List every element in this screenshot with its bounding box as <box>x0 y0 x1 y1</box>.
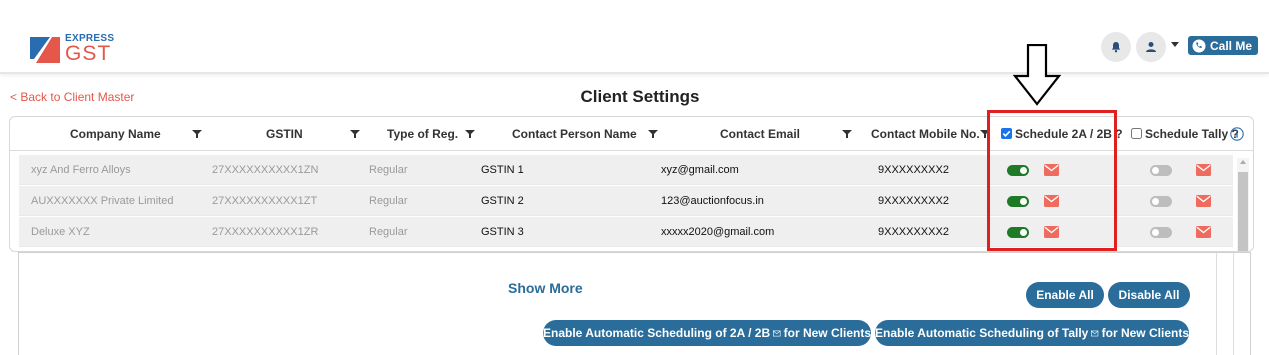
email-cell: 123@auctionfocus.in <box>661 195 764 207</box>
column-header-company-name[interactable]: Company Name <box>70 127 161 141</box>
enable-auto-scheduling-2a-button[interactable]: Enable Automatic Scheduling of 2A / 2B f… <box>543 320 871 346</box>
column-header-contact-mobile[interactable]: Contact Mobile No. <box>871 127 980 141</box>
email-cell: xxxxx2020@gmail.com <box>661 226 775 238</box>
divider <box>1216 253 1217 355</box>
mobile-cell: 9XXXXXXXX2 <box>878 195 949 207</box>
filter-icon[interactable] <box>350 129 360 139</box>
auto-tally-prefix: Enable Automatic Scheduling of Tally <box>875 326 1089 340</box>
page-title: Client Settings <box>580 87 700 106</box>
mail-icon <box>1091 330 1099 336</box>
gstin-cell: 27XXXXXXXXXX1ZR <box>212 226 319 238</box>
email-cell: xyz@gmail.com <box>661 164 739 176</box>
auto-2a-suffix: for New Clients <box>783 326 871 340</box>
schedule-2a-highlight-box <box>987 110 1117 251</box>
mobile-cell: 9XXXXXXXX2 <box>878 164 949 176</box>
mail-icon[interactable] <box>1196 164 1211 176</box>
info-icon[interactable] <box>1230 127 1244 141</box>
back-to-client-master-link[interactable]: < Back to Client Master <box>10 90 134 104</box>
company-name-cell: xyz And Ferro Alloys <box>31 164 131 176</box>
contact-person-cell: GSTIN 1 <box>481 164 524 176</box>
schedule-tally-toggle[interactable] <box>1150 196 1172 207</box>
logo-mark-icon <box>30 37 60 63</box>
chevron-down-icon[interactable] <box>1171 42 1179 47</box>
show-more-link[interactable]: Show More <box>508 280 583 296</box>
mail-icon <box>773 330 781 336</box>
scroll-up-icon[interactable] <box>1240 160 1246 164</box>
schedule-tally-toggle[interactable] <box>1150 227 1172 238</box>
scrollbar-thumb[interactable] <box>1238 172 1248 251</box>
schedule-tally-toggle[interactable] <box>1150 165 1172 176</box>
notifications-button[interactable] <box>1101 32 1131 62</box>
express-gst-logo[interactable]: EXPRESS GST <box>30 33 120 67</box>
reg-type-cell: Regular <box>369 226 408 238</box>
disable-all-button[interactable]: Disable All <box>1108 282 1190 308</box>
schedule-tally-header[interactable]: Schedule Tally ? <box>1131 127 1239 141</box>
schedule-tally-label: Schedule Tally ? <box>1145 127 1239 141</box>
phone-icon <box>1192 39 1206 52</box>
contact-person-cell: GSTIN 3 <box>481 226 524 238</box>
down-arrow-icon <box>1013 44 1061 106</box>
top-header: EXPRESS GST Call Me <box>0 0 1269 74</box>
contact-person-cell: GSTIN 2 <box>481 195 524 207</box>
mobile-cell: 9XXXXXXXX2 <box>878 226 949 238</box>
column-header-gstin[interactable]: GSTIN <box>266 127 303 141</box>
filter-icon[interactable] <box>192 129 202 139</box>
enable-all-button[interactable]: Enable All <box>1026 282 1104 308</box>
client-settings-app: EXPRESS GST Call Me < Back to Client Mas… <box>0 0 1269 355</box>
filter-icon[interactable] <box>648 129 658 139</box>
auto-2a-prefix: Enable Automatic Scheduling of 2A / 2B <box>543 326 771 340</box>
call-me-label: Call Me <box>1210 38 1253 53</box>
reg-type-cell: Regular <box>369 195 408 207</box>
logo-bottom-text: GST <box>65 42 112 65</box>
column-header-type-of-reg[interactable]: Type of Reg. <box>387 127 458 141</box>
mail-icon[interactable] <box>1196 226 1211 238</box>
user-menu-button[interactable] <box>1136 32 1166 62</box>
mail-icon[interactable] <box>1196 195 1211 207</box>
column-header-contact-person-name[interactable]: Contact Person Name <box>512 127 637 141</box>
schedule-tally-checkbox[interactable] <box>1131 128 1142 139</box>
company-name-cell: Deluxe XYZ <box>31 226 90 238</box>
reg-type-cell: Regular <box>369 164 408 176</box>
enable-auto-scheduling-tally-button[interactable]: Enable Automatic Scheduling of Tally for… <box>875 320 1189 346</box>
user-icon <box>1146 42 1156 52</box>
call-me-button[interactable]: Call Me <box>1188 36 1258 55</box>
column-header-contact-email[interactable]: Contact Email <box>720 127 800 141</box>
divider <box>1233 253 1234 355</box>
company-name-cell: AUXXXXXXX Private Limited <box>31 195 174 207</box>
gstin-cell: 27XXXXXXXXXX1ZN <box>212 164 319 176</box>
gstin-cell: 27XXXXXXXXXX1ZT <box>212 195 318 207</box>
filter-icon[interactable] <box>465 129 475 139</box>
table-scrollbar[interactable] <box>1237 158 1249 251</box>
auto-tally-suffix: for New Clients <box>1101 326 1189 340</box>
filter-icon[interactable] <box>842 129 852 139</box>
bell-icon <box>1111 42 1121 53</box>
actions-panel: Show More Enable All Disable All Enable … <box>18 252 1251 355</box>
